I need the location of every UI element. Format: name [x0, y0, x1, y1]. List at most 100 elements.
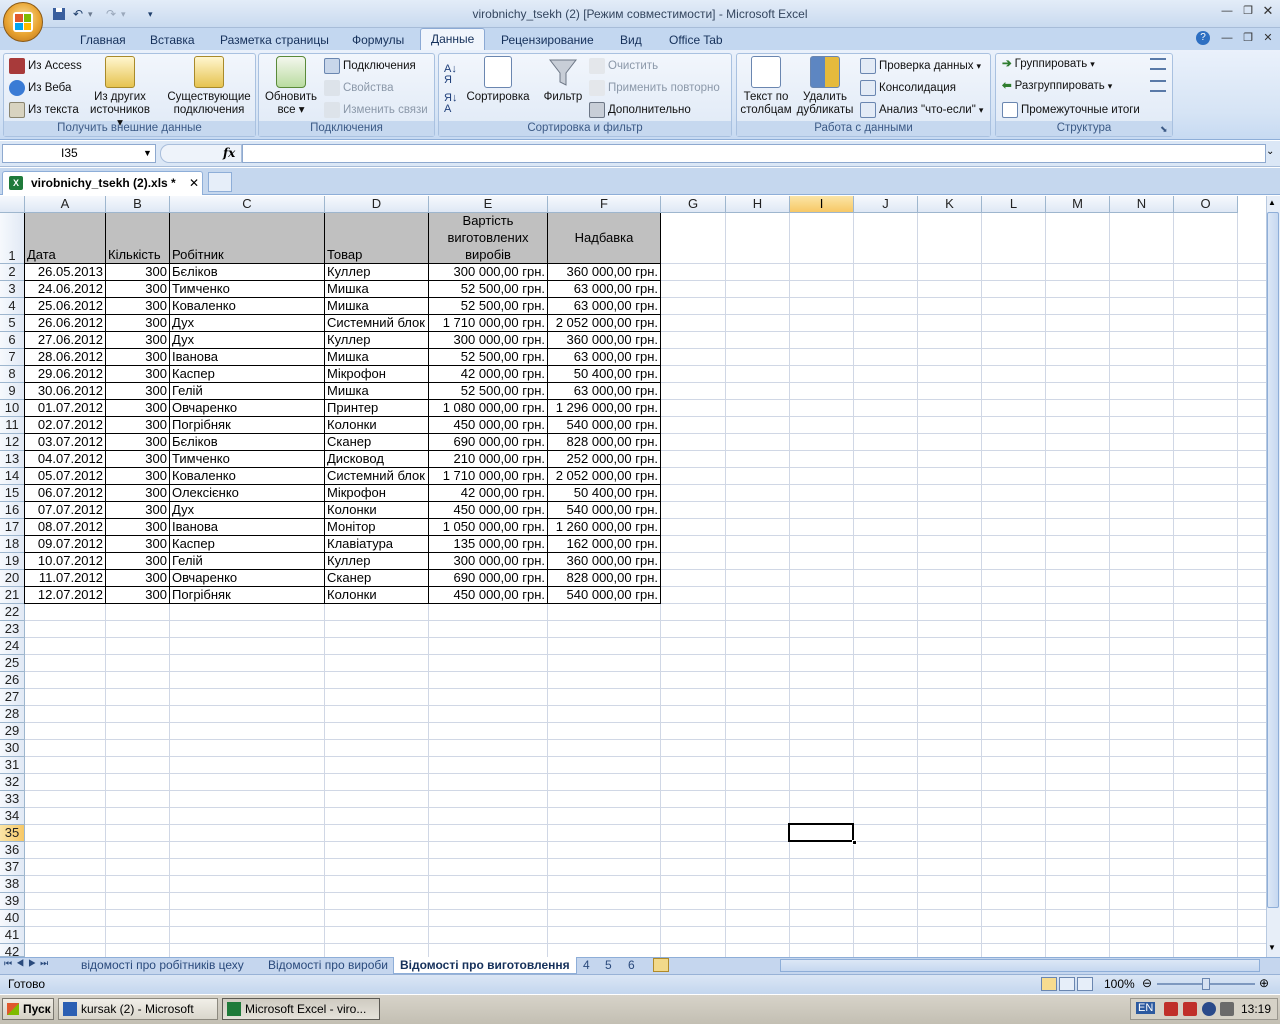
cell-bonus[interactable]: 360 000,00 грн.: [548, 553, 660, 569]
cell-date[interactable]: 11.07.2012: [25, 570, 105, 586]
row-header-22[interactable]: 22: [0, 604, 25, 621]
refresh-all-button[interactable]: Обновить все ▾: [261, 56, 321, 117]
cell-bonus[interactable]: 252 000,00 грн.: [548, 451, 660, 467]
cell-bonus[interactable]: 2 052 000,00 грн.: [548, 315, 660, 331]
select-all-button[interactable]: [0, 196, 25, 213]
tab-insert[interactable]: Вставка: [148, 30, 197, 50]
column-header-h[interactable]: H: [726, 196, 790, 213]
column-header-j[interactable]: J: [854, 196, 918, 213]
fill-handle[interactable]: [852, 840, 857, 845]
cell-date[interactable]: 27.06.2012: [25, 332, 105, 348]
cell-quantity[interactable]: 300: [106, 366, 169, 382]
cell-worker[interactable]: Коваленко: [170, 298, 324, 314]
row-header-8[interactable]: 8: [0, 366, 25, 383]
help-icon[interactable]: ?: [1196, 31, 1210, 45]
column-header-f[interactable]: F: [548, 196, 661, 213]
row-header-23[interactable]: 23: [0, 621, 25, 638]
row-header-13[interactable]: 13: [0, 451, 25, 468]
row-header-36[interactable]: 36: [0, 842, 25, 859]
row-header-7[interactable]: 7: [0, 349, 25, 366]
cell-date[interactable]: 29.06.2012: [25, 366, 105, 382]
sheet-tab-6[interactable]: 6: [622, 957, 641, 974]
row-header-35[interactable]: 35: [0, 825, 25, 842]
row-header-26[interactable]: 26: [0, 672, 25, 689]
cell-date[interactable]: 30.06.2012: [25, 383, 105, 399]
name-box[interactable]: I35: [2, 144, 156, 163]
column-header-m[interactable]: M: [1046, 196, 1110, 213]
cell-date[interactable]: 07.07.2012: [25, 502, 105, 518]
cell-cost[interactable]: 1 080 000,00 грн.: [429, 400, 547, 416]
row-header-40[interactable]: 40: [0, 910, 25, 927]
page-layout-view-icon[interactable]: [1059, 977, 1075, 991]
cell-cost[interactable]: 690 000,00 грн.: [429, 434, 547, 450]
cell-date[interactable]: 08.07.2012: [25, 519, 105, 535]
group-button[interactable]: ➔ Группировать ▾: [1002, 58, 1095, 71]
row-header-29[interactable]: 29: [0, 723, 25, 740]
cell-date[interactable]: 24.06.2012: [25, 281, 105, 297]
row-header-39[interactable]: 39: [0, 893, 25, 910]
row-header-15[interactable]: 15: [0, 485, 25, 502]
edit-links-button[interactable]: Изменить связи: [324, 102, 428, 118]
column-header-i[interactable]: I: [790, 196, 854, 213]
cell-bonus[interactable]: 2 052 000,00 грн.: [548, 468, 660, 484]
row-header-27[interactable]: 27: [0, 689, 25, 706]
sheet-tab-5[interactable]: 5: [599, 957, 618, 974]
horizontal-scrollbar[interactable]: [780, 959, 1260, 972]
cell-bonus[interactable]: 50 400,00 грн.: [548, 366, 660, 382]
cell-worker[interactable]: Іванова: [170, 349, 324, 365]
consolidate-button[interactable]: Консолидация: [860, 80, 956, 96]
close-icon[interactable]: ✕: [1260, 4, 1276, 18]
cell-cost[interactable]: 42 000,00 грн.: [429, 485, 547, 501]
row-header-17[interactable]: 17: [0, 519, 25, 536]
sheet-tab-products[interactable]: Відомості про вироби: [262, 957, 394, 974]
cell-cost[interactable]: 210 000,00 грн.: [429, 451, 547, 467]
cell-cost[interactable]: 450 000,00 грн.: [429, 502, 547, 518]
active-cell[interactable]: [788, 823, 854, 842]
cell-quantity[interactable]: 300: [106, 298, 169, 314]
row-header-42[interactable]: 42: [0, 944, 25, 959]
normal-view-icon[interactable]: [1041, 977, 1057, 991]
sort-za-icon[interactable]: Я↓ А: [444, 93, 457, 115]
doc-close-icon[interactable]: ✕: [1260, 31, 1276, 45]
tab-review[interactable]: Рецензирование: [499, 30, 596, 50]
cell-cost[interactable]: 450 000,00 грн.: [429, 417, 547, 433]
cell-product[interactable]: Куллер: [325, 553, 428, 569]
cell-bonus[interactable]: 360 000,00 грн.: [548, 332, 660, 348]
cell-product[interactable]: Мікрофон: [325, 366, 428, 382]
cell-worker[interactable]: Погрібняк: [170, 587, 324, 603]
cell-cost[interactable]: 1 050 000,00 грн.: [429, 519, 547, 535]
cell-quantity[interactable]: 300: [106, 502, 169, 518]
cell-quantity[interactable]: 300: [106, 417, 169, 433]
hide-detail-icon[interactable]: [1150, 80, 1166, 92]
cell-worker[interactable]: Іванова: [170, 519, 324, 535]
formula-input[interactable]: [242, 144, 1266, 163]
close-doc-tab-icon[interactable]: ✕: [189, 172, 199, 194]
language-indicator[interactable]: EN: [1136, 1002, 1156, 1014]
start-button[interactable]: Пуск: [2, 998, 54, 1020]
cell-worker[interactable]: Овчаренко: [170, 570, 324, 586]
tray-shield-icon[interactable]: [1183, 1002, 1197, 1016]
row-header-24[interactable]: 24: [0, 638, 25, 655]
cell-date[interactable]: 25.06.2012: [25, 298, 105, 314]
cell-worker[interactable]: Бєліков: [170, 264, 324, 280]
cell-quantity[interactable]: 300: [106, 400, 169, 416]
cell-cost[interactable]: 450 000,00 грн.: [429, 587, 547, 603]
cell-worker[interactable]: Олексієнко: [170, 485, 324, 501]
cell-quantity[interactable]: 300: [106, 332, 169, 348]
cell-bonus[interactable]: 63 000,00 грн.: [548, 383, 660, 399]
row-header-14[interactable]: 14: [0, 468, 25, 485]
cell-bonus[interactable]: 828 000,00 грн.: [548, 570, 660, 586]
row-header-34[interactable]: 34: [0, 808, 25, 825]
name-box-dropdown-icon[interactable]: ▼: [143, 148, 152, 158]
cell-bonus[interactable]: 63 000,00 грн.: [548, 298, 660, 314]
cell-quantity[interactable]: 300: [106, 281, 169, 297]
cell-cost[interactable]: 42 000,00 грн.: [429, 366, 547, 382]
cell-quantity[interactable]: 300: [106, 485, 169, 501]
row-header-21[interactable]: 21: [0, 587, 25, 604]
cell-product[interactable]: Мишка: [325, 281, 428, 297]
cell-bonus[interactable]: 1 260 000,00 грн.: [548, 519, 660, 535]
sheet-tab-manufacturing[interactable]: Відомості про виготовлення: [393, 957, 577, 974]
cell-product[interactable]: Колонки: [325, 502, 428, 518]
cell-quantity[interactable]: 300: [106, 383, 169, 399]
tab-home[interactable]: Главная: [78, 30, 128, 50]
